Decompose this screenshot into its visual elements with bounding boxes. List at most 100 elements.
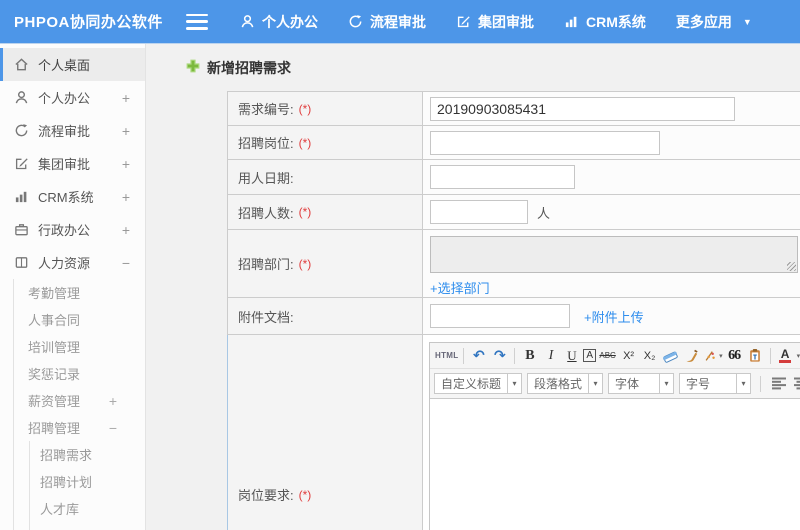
toolbar-separator (769, 347, 771, 364)
position-input[interactable] (430, 130, 660, 155)
nav-crm-system[interactable]: CRM系统 (564, 12, 646, 32)
alignment-buttons (772, 377, 800, 390)
caret-down-icon: ▾ (659, 374, 673, 393)
select-value: 字号 (686, 377, 711, 391)
sidebar-item-recruit-demand[interactable]: 招聘需求 (30, 441, 145, 468)
sidebar-item-salary[interactable]: 薪资管理 + (14, 387, 145, 414)
toolbar-separator (760, 375, 762, 392)
top-navigation: 个人办公 流程审批 集团审批 CRM系统 更多应用 ▼ (240, 12, 782, 32)
caret-down-icon: ▼ (742, 16, 752, 27)
demand-number-input[interactable] (430, 96, 735, 121)
nav-process-approval[interactable]: 流程审批 (348, 12, 426, 32)
field-label: 附件文档: (228, 298, 423, 334)
font-size-select[interactable]: 字号 ▾ (679, 373, 752, 394)
sidebar-item-admin-office[interactable]: 行政办公 + (0, 213, 145, 246)
sidebar-item-hr-contract[interactable]: 人事合同 (14, 306, 145, 333)
nav-label: 个人办公 (262, 13, 318, 30)
required-mark: (*) (298, 101, 312, 116)
format-brush-icon[interactable] (682, 346, 701, 366)
nav-label: 集团审批 (478, 13, 534, 30)
redo-icon[interactable]: ↷ (490, 346, 509, 366)
sidebar-item-label: 流程审批 (38, 124, 91, 139)
sidebar-item-crm[interactable]: CRM系统 + (0, 180, 145, 213)
edit-icon (14, 156, 29, 171)
topbar: PHPOA协同办公软件 个人办公 流程审批 集团审批 CRM系统 更多应用 ▼ (0, 0, 800, 44)
strikethrough-button[interactable]: ABC (598, 346, 617, 366)
hire-date-input[interactable] (430, 165, 575, 189)
sidebar-item-process-approval[interactable]: 流程审批 + (0, 114, 145, 147)
nav-group-approval[interactable]: 集团审批 (456, 12, 534, 32)
sidebar-item-label: 人事合同 (28, 313, 81, 328)
editor-content-area[interactable] (430, 399, 800, 530)
sidebar-item-recruit-plan[interactable]: 招聘计划 (30, 468, 145, 495)
align-center-icon[interactable] (794, 377, 800, 390)
expand-plus-icon[interactable]: + (122, 90, 130, 106)
app-window: PHPOA协同办公软件 个人办公 流程审批 集团审批 CRM系统 更多应用 ▼ (0, 0, 800, 530)
paste-icon[interactable] (746, 346, 765, 366)
attachment-upload-link[interactable]: +附件上传 (584, 307, 644, 326)
recruitment-form: 需求编号: (*) 招聘岗位: (*) (227, 91, 800, 530)
sidebar-item-personal-desktop[interactable]: 个人桌面 (0, 48, 145, 81)
sidebar-item-rewards[interactable]: 奖惩记录 (14, 360, 145, 387)
blockquote-button[interactable]: 66 (725, 346, 744, 366)
menu-toggle-icon[interactable] (186, 13, 208, 30)
field-label: 招聘人数: (*) (228, 195, 423, 229)
sidebar-item-hr[interactable]: 人力资源 − (0, 246, 145, 279)
underline-button[interactable]: U (562, 346, 581, 366)
home-icon (14, 57, 29, 72)
expand-plus-icon[interactable]: + (122, 222, 130, 238)
italic-button[interactable]: I (541, 346, 560, 366)
align-left-icon[interactable] (772, 377, 787, 390)
collapse-minus-icon[interactable]: − (122, 255, 130, 271)
custom-title-select[interactable]: 自定义标题 ▾ (434, 373, 523, 394)
select-value: 字体 (615, 377, 640, 391)
label-text: 招聘人数: (238, 205, 294, 221)
expand-plus-icon[interactable]: + (122, 156, 130, 172)
department-textarea[interactable] (430, 236, 798, 273)
label-text: 用人日期: (238, 170, 294, 186)
sidebar-item-talent-pool[interactable]: 人才库 (30, 495, 145, 522)
sidebar-item-label: 招聘计划 (40, 475, 93, 490)
expand-plus-icon[interactable]: + (122, 189, 130, 205)
undo-icon[interactable]: ↶ (469, 346, 488, 366)
sidebar-item-recruit-mgmt[interactable]: 招聘管理 − (14, 414, 145, 441)
color-bar (779, 359, 792, 363)
font-color-button[interactable]: A (776, 346, 795, 366)
sidebar-item-group-approval[interactable]: 集团审批 + (0, 147, 145, 180)
field-label: 岗位要求: (*) (228, 335, 423, 530)
process-icon (14, 123, 29, 138)
caret-down-icon: ▾ (736, 374, 750, 393)
caret-down-icon: ▾ (507, 374, 521, 393)
chart-icon (564, 14, 579, 29)
expand-plus-icon[interactable]: + (122, 123, 130, 139)
eraser-icon[interactable] (661, 346, 680, 366)
nav-more-apps[interactable]: 更多应用 ▼ (676, 12, 752, 32)
subscript-button[interactable]: X₂ (640, 346, 659, 366)
bold-button[interactable]: B (520, 346, 539, 366)
sidebar-item-attendance[interactable]: 考勤管理 (14, 279, 145, 306)
sidebar-item-label: 个人桌面 (38, 58, 91, 73)
nav-personal-office[interactable]: 个人办公 (240, 12, 318, 32)
headcount-input[interactable] (430, 200, 528, 224)
select-department-link[interactable]: +选择部门 (430, 278, 490, 297)
superscript-button[interactable]: X² (619, 346, 638, 366)
expand-plus-icon[interactable]: + (109, 393, 117, 409)
field-value-cell (423, 160, 800, 194)
html-source-button[interactable]: HTML (435, 346, 458, 366)
attachment-input[interactable] (430, 304, 570, 328)
sidebar-item-personal-office[interactable]: 个人办公 + (0, 81, 145, 114)
form-row-department: 招聘部门: (*) +选择部门 (228, 230, 800, 298)
field-value-cell: +附件上传 (423, 298, 800, 334)
collapse-minus-icon[interactable]: − (109, 420, 117, 436)
editor-toolbar-row1: HTML ↶ ↷ B I U A ABC X² X₂ ▾ 66 A ▾ (430, 343, 800, 369)
highlight-color-icon[interactable]: ▾ (703, 346, 723, 366)
sidebar-item-training[interactable]: 培训管理 (14, 333, 145, 360)
paragraph-format-select[interactable]: 段落格式 ▾ (527, 373, 604, 394)
resize-grip-icon[interactable] (787, 262, 796, 271)
sidebar-item-label: 薪资管理 (28, 394, 81, 409)
font-family-select[interactable]: 字体 ▾ (608, 373, 675, 394)
caret-down-icon: ▾ (588, 374, 602, 393)
font-border-button[interactable]: A (583, 349, 597, 362)
field-label: 需求编号: (*) (228, 92, 423, 125)
sidebar-item-label: CRM系统 (38, 190, 94, 205)
